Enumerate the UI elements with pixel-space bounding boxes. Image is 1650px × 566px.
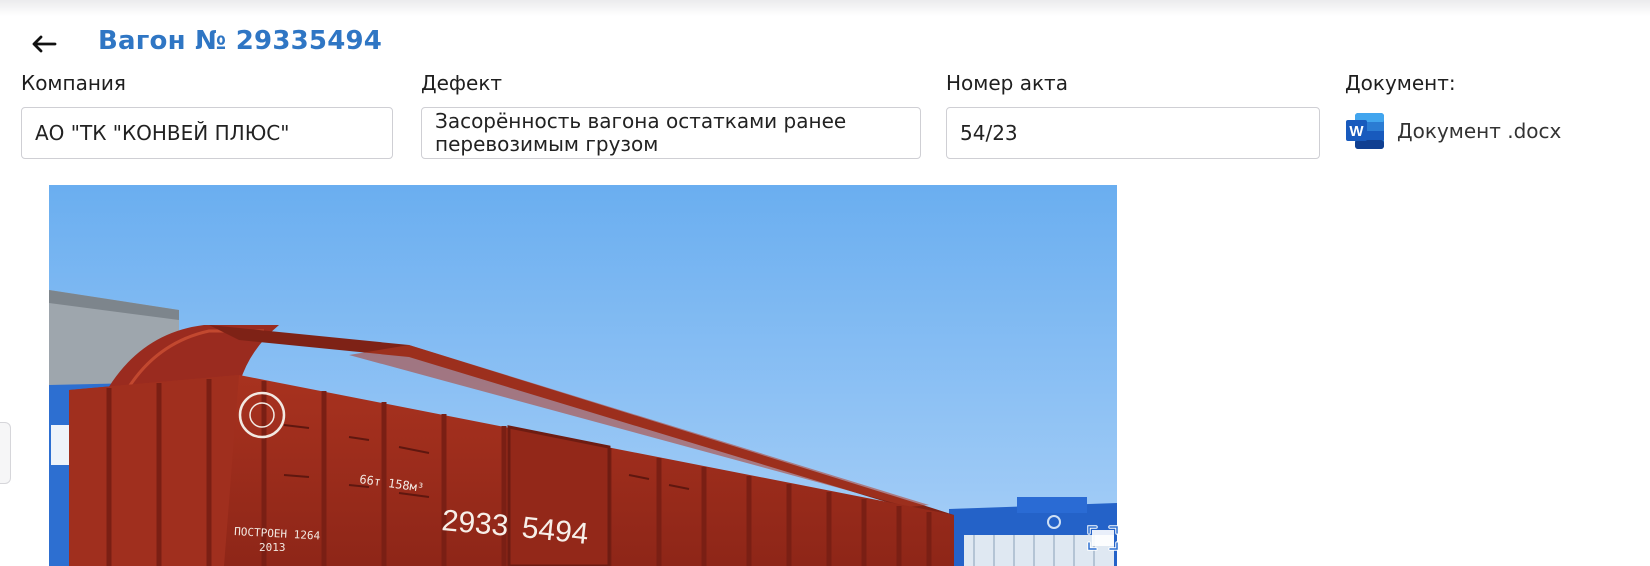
word-icon: W <box>1346 113 1384 149</box>
company-label: Компания <box>21 71 126 95</box>
wagon-photo-drawing: 66т 158м³ ПОСТРОЕН 1264 2013 2933 5494 <box>49 185 1117 566</box>
photo-car-number-left: 2933 <box>440 504 509 543</box>
fullscreen-button[interactable] <box>1084 521 1122 555</box>
side-panel-handle[interactable] <box>0 422 11 484</box>
svg-text:W: W <box>1349 123 1364 140</box>
arrow-left-icon <box>32 35 57 53</box>
back-button[interactable] <box>30 30 58 58</box>
document-file-name: Документ .docx <box>1397 119 1562 143</box>
act-number-field[interactable]: 54/23 <box>946 107 1320 159</box>
defect-field[interactable]: Засорённость вагона остатками ранее пере… <box>421 107 921 159</box>
document-label: Документ: <box>1345 71 1456 95</box>
page-title: Вагон № 29335494 <box>98 26 383 56</box>
photo-car-number-right: 5494 <box>520 511 590 551</box>
defect-label: Дефект <box>421 71 503 95</box>
top-shadow <box>0 0 1650 16</box>
company-field[interactable]: АО "ТК "КОНВЕЙ ПЛЮС" <box>21 107 393 159</box>
fullscreen-icon <box>1087 525 1119 551</box>
document-link[interactable]: W Документ .docx <box>1345 111 1561 151</box>
wagon-photo[interactable]: 66т 158м³ ПОСТРОЕН 1264 2013 2933 5494 <box>49 185 1117 566</box>
act-number-label: Номер акта <box>946 71 1068 95</box>
photo-stencil-year: 2013 <box>259 541 286 554</box>
